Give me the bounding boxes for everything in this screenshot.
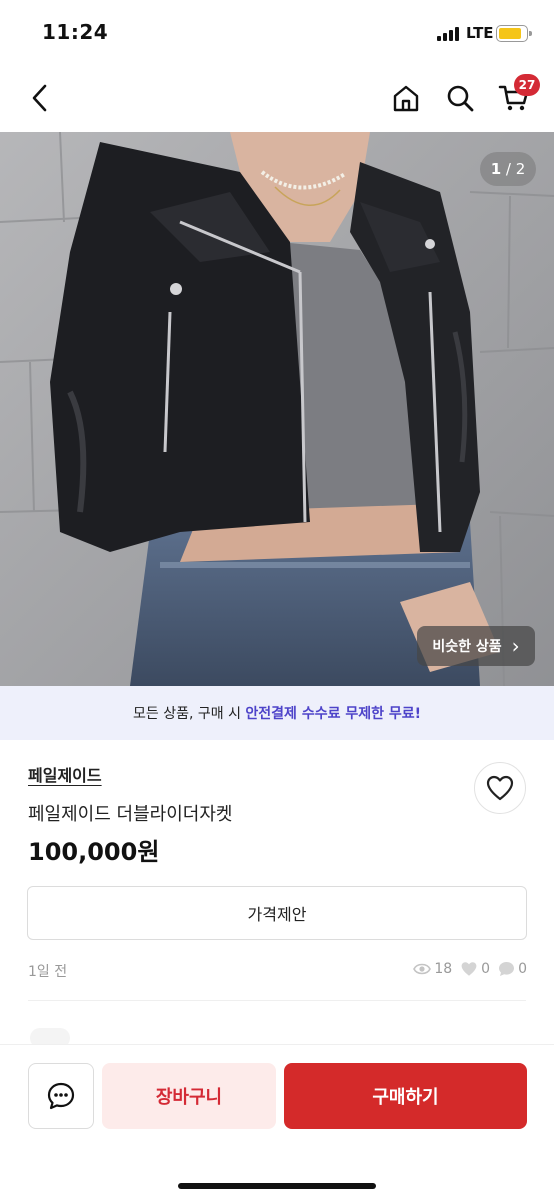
price-offer-button[interactable]: 가격제안: [27, 886, 527, 940]
buy-now-button[interactable]: 구매하기: [284, 1063, 527, 1129]
network-label: LTE: [466, 24, 494, 42]
chevron-right-icon: ›: [511, 634, 520, 658]
status-time: 11:24: [42, 20, 109, 44]
page-current: 1: [490, 160, 502, 178]
product-price: 100,000원: [28, 838, 160, 866]
battery-level: [499, 28, 521, 39]
heart-icon: [486, 775, 514, 801]
views-count: 18: [434, 961, 453, 977]
chats-count: 0: [518, 961, 527, 977]
signal-icon: [437, 27, 463, 41]
similar-products-button[interactable]: 비슷한 상품 ›: [417, 626, 535, 666]
eye-icon: [413, 963, 432, 975]
likes-stat: 0: [460, 961, 490, 977]
posted-time: 1일 전: [28, 964, 68, 980]
home-indicator: [178, 1183, 376, 1189]
battery-icon: [496, 25, 532, 42]
chat-bubble-icon: [499, 962, 515, 976]
likes-count: 0: [481, 961, 491, 977]
nav-bar: 27: [0, 66, 554, 132]
chat-button[interactable]: [28, 1063, 94, 1129]
similar-products-label: 비슷한 상품: [432, 639, 502, 655]
views-stat: 18: [413, 961, 452, 977]
product-stats: 18 0 0: [413, 961, 527, 977]
bottom-action-bar: 장바구니 구매하기: [0, 1044, 554, 1200]
chevron-left-icon[interactable]: [22, 80, 58, 116]
product-title: 페일제이드 더블라이더자켓: [28, 804, 233, 825]
section-divider: [28, 1000, 526, 1001]
heart-outline-icon: [461, 962, 477, 976]
status-bar: 11:24 LTE: [0, 0, 554, 66]
home-icon[interactable]: [388, 80, 424, 116]
add-to-cart-button[interactable]: 장바구니: [102, 1063, 276, 1129]
wishlist-button[interactable]: [474, 762, 526, 814]
promo-banner[interactable]: 모든 상품, 구매 시 안전결제 수수료 무제한 무료!: [0, 686, 554, 740]
promo-text: 모든 상품, 구매 시: [133, 706, 246, 722]
cart-count-badge: 27: [514, 74, 540, 96]
product-image[interactable]: [0, 132, 554, 686]
search-icon[interactable]: [442, 80, 478, 116]
product-photo: [0, 132, 554, 686]
promo-highlight: 안전결제 수수료 무제한 무료!: [245, 706, 421, 722]
image-page-indicator: 1 / 2: [480, 152, 536, 186]
page-total: 2: [515, 160, 526, 178]
shop-name-link[interactable]: 페일제이드: [28, 762, 102, 786]
page-separator: /: [501, 160, 516, 178]
chat-icon: [47, 1082, 75, 1110]
chats-stat: 0: [498, 961, 527, 977]
